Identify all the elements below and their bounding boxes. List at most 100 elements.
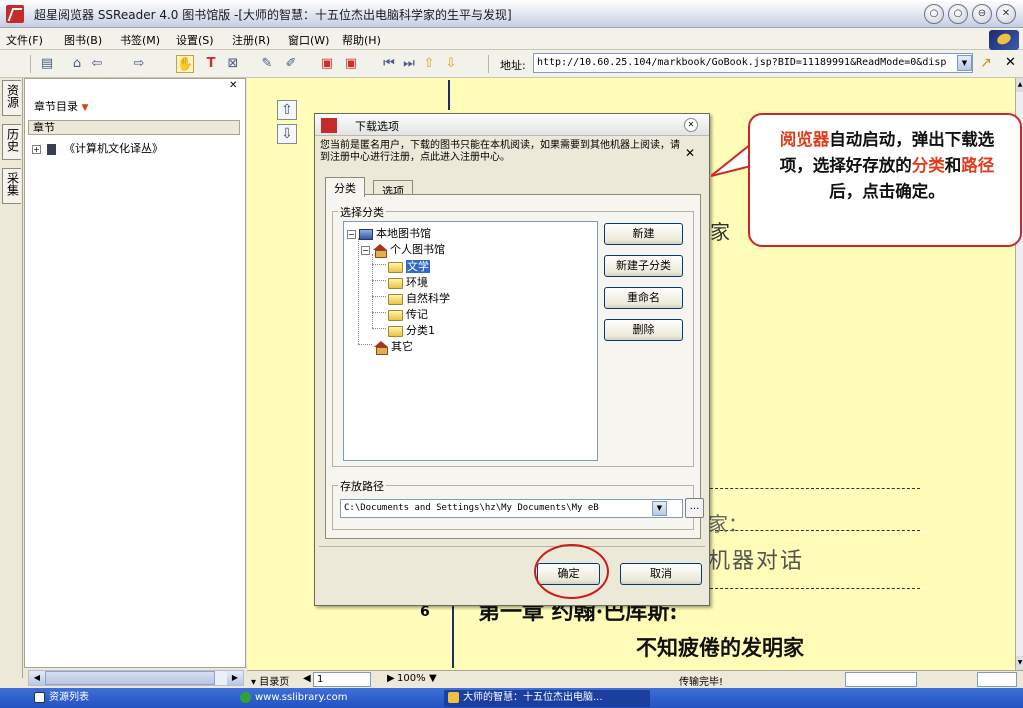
tab-category[interactable]: 分类 xyxy=(325,177,365,197)
expand-icon[interactable]: + xyxy=(32,144,41,154)
collapse-icon[interactable]: − xyxy=(347,229,356,239)
scroll-left-icon[interactable]: ◀ xyxy=(29,671,45,685)
app-logo-icon xyxy=(6,5,24,23)
hand-tool-icon[interactable]: ✋ xyxy=(176,55,194,73)
scroll-up-icon[interactable]: ▲ xyxy=(1016,78,1023,92)
first-page-icon[interactable]: ⏮ xyxy=(380,55,398,73)
next-page-icon[interactable]: ▣ xyxy=(342,55,360,73)
forward-icon[interactable]: ⇨ xyxy=(130,55,148,73)
download-options-dialog: 下载选项 ✕ 您当前是匿名用户，下载的图书只能在本机阅读，如果需要到其他机器上阅… xyxy=(314,113,710,606)
page-next-small-icon[interactable]: ▶ xyxy=(387,673,395,684)
ssreader-logo-icon xyxy=(989,30,1019,50)
page-prev-small-icon[interactable]: ◀ xyxy=(303,673,311,684)
chapter-dir-dropdown[interactable]: 章节目录 ▼ xyxy=(30,96,240,114)
tree-node-label: 环境 xyxy=(406,276,428,289)
page-divider xyxy=(710,588,920,589)
category-group-label: 选择分类 xyxy=(338,204,386,220)
window-icon[interactable]: ▤ xyxy=(38,55,56,73)
back-icon[interactable]: ⇦ xyxy=(88,55,106,73)
callout-segment: 路径 xyxy=(961,156,995,175)
toc-page-label: 目录页 xyxy=(259,677,290,688)
side-tab-collect[interactable]: 采集 xyxy=(2,168,21,204)
menu-settings[interactable]: 设置(S) xyxy=(176,32,214,48)
menu-window[interactable]: 窗口(W) xyxy=(288,32,329,48)
minimize-button[interactable]: ○ xyxy=(924,4,944,24)
maximize-button[interactable]: ⊖ xyxy=(972,4,992,24)
collapse-icon[interactable]: − xyxy=(361,245,370,255)
new-subcategory-button[interactable]: 新建子分类 xyxy=(604,255,683,277)
page-up-icon[interactable]: ⇧ xyxy=(420,55,438,73)
address-input[interactable]: http://10.60.25.104/markbook/GoBook.jsp?… xyxy=(533,53,973,73)
page-down-icon[interactable]: ⇩ xyxy=(442,55,460,73)
taskbar: 资源列表 www.sslibrary.com 大师的智慧：十五位杰出电脑... xyxy=(0,688,1023,708)
notice-close-icon[interactable]: ✕ xyxy=(685,146,695,160)
go-icon[interactable]: ↗ xyxy=(980,55,992,71)
tree-node-label: 个人图书馆 xyxy=(390,243,445,256)
scroll-thumb[interactable] xyxy=(45,671,215,685)
tree-node-category[interactable]: 文学 xyxy=(388,258,430,274)
side-tab-history[interactable]: 历史 xyxy=(2,124,21,160)
taskbar-item[interactable]: 资源列表 xyxy=(30,690,230,707)
close-button[interactable]: ✕ xyxy=(996,4,1016,24)
taskbar-item-active[interactable]: 大师的智慧：十五位杰出电脑... xyxy=(444,690,650,707)
callout-text: 阅览器自动启动，弹出下载选项，选择好存放的分类和路径后，点击确定。 xyxy=(764,127,1010,205)
taskbar-item[interactable]: www.sslibrary.com xyxy=(236,690,436,707)
tree-node-category[interactable]: 环境 xyxy=(388,274,428,290)
status-bar: ▾ 目录页 ◀ 1 ▶ 100% ▼ 传输完毕! xyxy=(247,670,1023,688)
taskbar-item-label: 大师的智慧：十五位杰出电脑... xyxy=(463,692,603,703)
annotation-callout: 阅览器自动启动，弹出下载选项，选择好存放的分类和路径后，点击确定。 xyxy=(748,113,1022,247)
browse-button[interactable]: ... xyxy=(685,498,704,518)
annotate-icon[interactable]: ✎ xyxy=(258,55,276,73)
menu-register[interactable]: 注册(R) xyxy=(232,32,270,48)
page-number-input[interactable]: 1 xyxy=(313,672,371,687)
side-tabs: 资源 历史 采集 xyxy=(0,78,23,678)
tree-node-personal-library[interactable]: − 个人图书馆 xyxy=(361,241,445,258)
rename-button[interactable]: 重命名 xyxy=(604,287,683,309)
select-tool-icon[interactable]: ⊠ xyxy=(224,55,242,73)
horizontal-scrollbar[interactable]: ◀ ▶ xyxy=(28,670,244,686)
tree-node-category[interactable]: 分类1 xyxy=(388,322,435,338)
tree-node-label: 文学 xyxy=(406,260,430,273)
scroll-right-icon[interactable]: ▶ xyxy=(227,671,243,685)
folder-icon xyxy=(388,293,403,305)
zoom-dropdown-icon[interactable]: ▼ xyxy=(429,673,437,684)
menu-help[interactable]: 帮助(H) xyxy=(342,32,381,48)
prev-page-icon[interactable]: ▣ xyxy=(318,55,336,73)
dialog-close-icon[interactable]: ✕ xyxy=(684,118,698,132)
toolbar-close-icon[interactable]: ✕ xyxy=(1005,55,1016,70)
menu-bookmark[interactable]: 书签(M) xyxy=(120,32,160,48)
tree-node-local-library[interactable]: − 本地图书馆 xyxy=(347,225,431,241)
pen-icon[interactable]: ✐ xyxy=(282,55,300,73)
toc-page-button[interactable]: ▾ 目录页 xyxy=(251,673,289,688)
page-next-icon[interactable]: ⇩ xyxy=(277,124,297,144)
library-icon xyxy=(373,244,387,258)
tree-node-category[interactable]: 传记 xyxy=(388,306,428,322)
tree-node-other[interactable]: 其它 xyxy=(374,338,413,355)
last-page-icon[interactable]: ⏭ xyxy=(400,55,418,73)
delete-button[interactable]: 删除 xyxy=(604,319,683,341)
text-tool-icon[interactable]: T xyxy=(202,55,220,73)
cancel-button[interactable]: 取消 xyxy=(620,563,702,585)
home-icon[interactable]: ⌂ xyxy=(68,55,86,73)
side-tab-resources[interactable]: 资源 xyxy=(2,80,21,116)
restore-button[interactable]: ○ xyxy=(948,4,968,24)
save-path-input[interactable]: C:\Documents and Settings\hz\My Document… xyxy=(340,499,683,518)
tree-node-category[interactable]: 自然科学 xyxy=(388,290,450,306)
path-dropdown-icon[interactable]: ▼ xyxy=(652,501,667,516)
chapter-panel xyxy=(24,78,246,668)
chapter-tree-root[interactable]: + 《计算机文化译丛》 xyxy=(32,140,163,156)
address-dropdown-icon[interactable]: ▼ xyxy=(957,55,972,71)
anonymous-user-notice[interactable]: 您当前是匿名用户，下载的图书只能在本机阅读，如果需要到其他机器上阅读，请到注册中… xyxy=(320,140,680,164)
menu-file[interactable]: 文件(F) xyxy=(6,32,43,48)
callout-segment: 阅览器 xyxy=(779,130,830,149)
book-page-number: 6 xyxy=(420,604,430,620)
new-category-button[interactable]: 新建 xyxy=(604,223,683,245)
zoom-level[interactable]: 100% xyxy=(397,673,426,684)
category-tree[interactable]: − 本地图书馆 − 个人图书馆 文学 环境 自然科学 传记 分类1 其它 xyxy=(343,221,598,461)
panel-close-icon[interactable]: ✕ xyxy=(229,80,237,91)
menu-book[interactable]: 图书(B) xyxy=(64,32,102,48)
scroll-down-icon[interactable]: ▼ xyxy=(1016,656,1023,670)
page-divider xyxy=(710,488,920,489)
list-icon xyxy=(34,691,45,703)
page-prev-icon[interactable]: ⇧ xyxy=(277,100,297,120)
